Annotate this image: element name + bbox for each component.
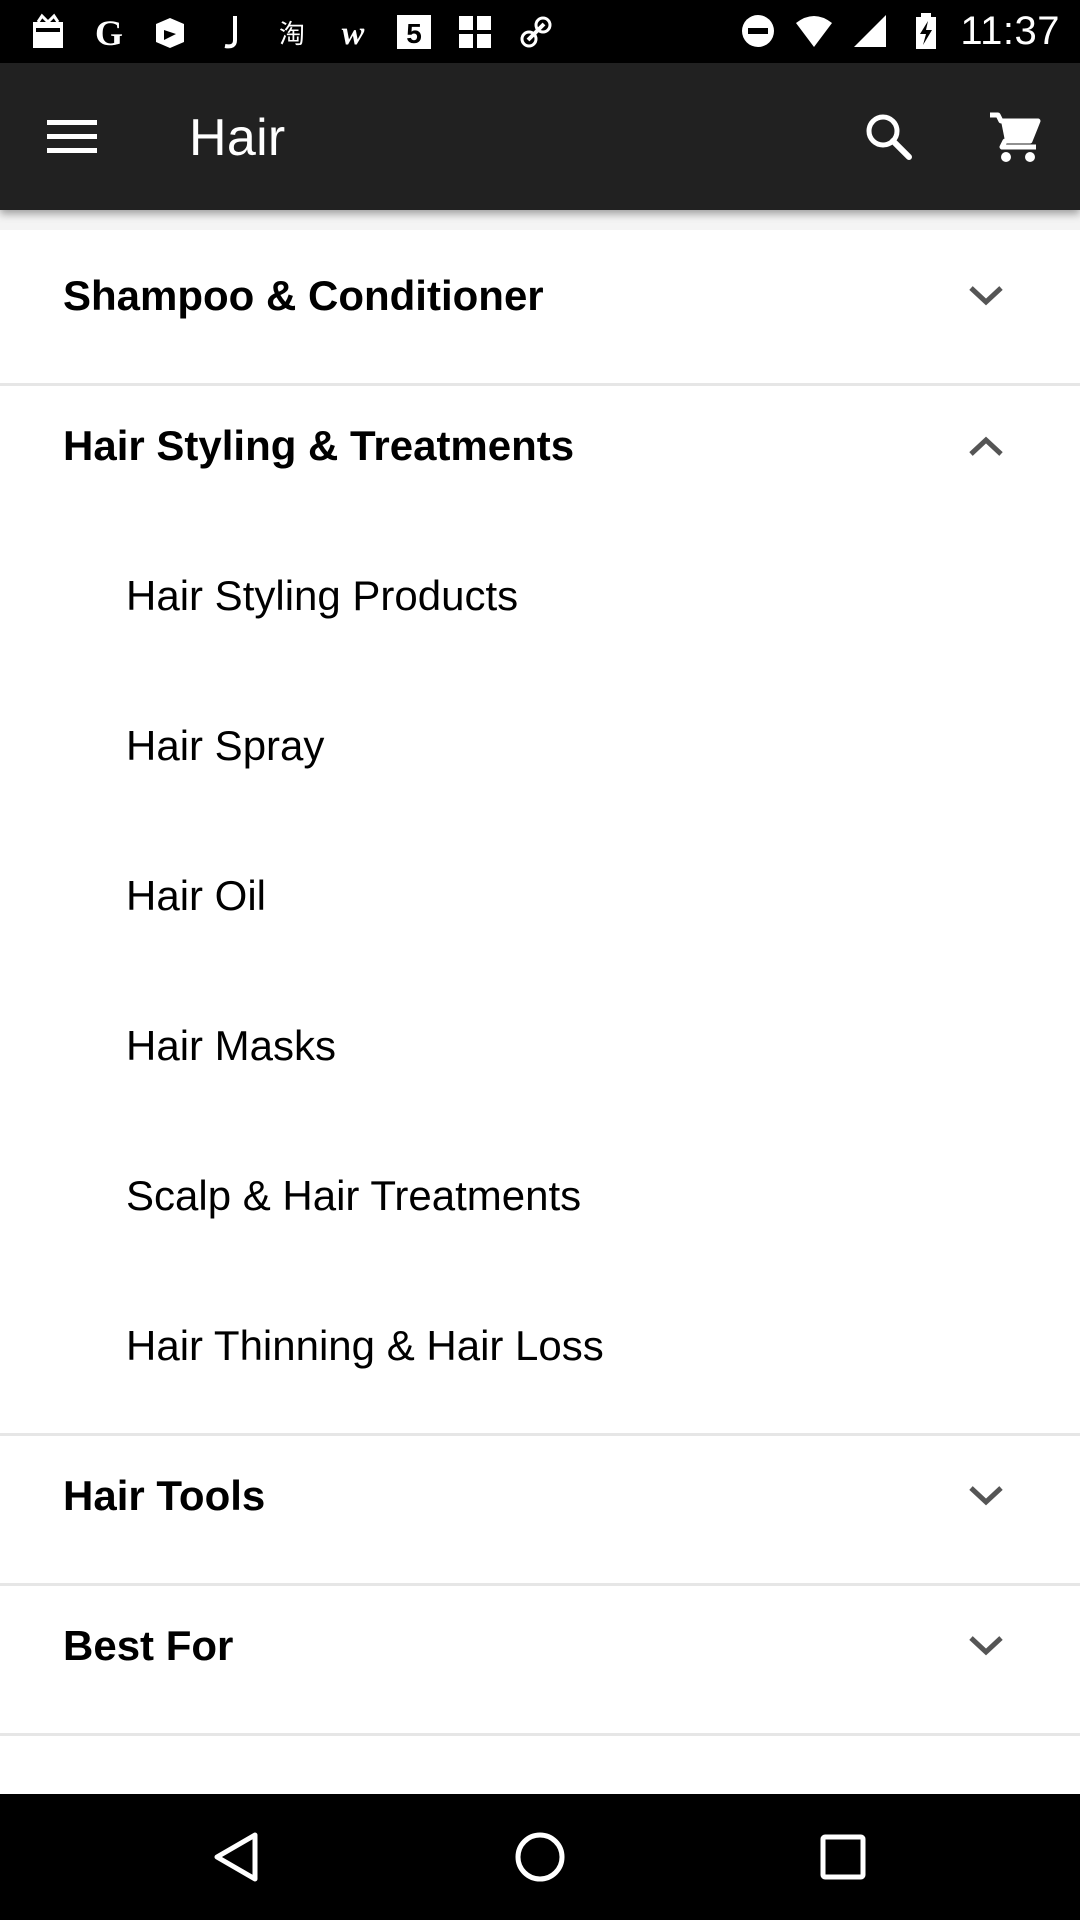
taobao-icon: 淘 (270, 10, 314, 54)
category-shampoo-conditioner[interactable]: Shampoo & Conditioner (0, 221, 1080, 371)
svg-text:G: G (95, 13, 123, 52)
subcategory-hair-spray[interactable]: Hair Spray (0, 671, 1080, 821)
wifi-icon (792, 9, 836, 53)
subcategory-hair-thinning-hair-loss[interactable]: Hair Thinning & Hair Loss (0, 1271, 1080, 1421)
app-toolbar: Hair (0, 63, 1080, 210)
subcategory-scalp-hair-treatments[interactable]: Scalp & Hair Treatments (0, 1121, 1080, 1271)
subcategory-hair-masks[interactable]: Hair Masks (0, 971, 1080, 1121)
chevron-up-icon (961, 421, 1011, 471)
home-circle-icon (515, 1832, 565, 1882)
svg-text:淘: 淘 (279, 20, 305, 50)
gift-box-icon (26, 10, 70, 54)
hamburger-menu-icon (47, 120, 97, 153)
subcategory-label: Hair Oil (126, 872, 267, 919)
subcategory-label: Hair Styling Products (126, 572, 519, 619)
category-label: Best For (63, 1622, 234, 1669)
back-triangle-icon (214, 1832, 258, 1882)
google-icon: G (87, 10, 131, 54)
notification-icons: G 淘 w 5 (26, 10, 575, 54)
system-icons: 11:37 (736, 8, 1060, 54)
home-button[interactable] (500, 1817, 580, 1897)
photo-app-icon (148, 10, 192, 54)
status-bar: G 淘 w 5 11:37 (0, 0, 1080, 63)
shopping-cart-button[interactable] (978, 99, 1054, 175)
subcategory-label: Hair Thinning & Hair Loss (126, 1322, 604, 1369)
chevron-down-icon (961, 1471, 1011, 1521)
divider (0, 1733, 1080, 1736)
five-app-icon: 5 (392, 10, 436, 54)
search-icon (866, 114, 912, 160)
recents-square-icon (820, 1834, 866, 1880)
category-list: Shampoo & Conditioner Hair Styling & Tre… (0, 210, 1080, 1794)
category-best-for[interactable]: Best For (0, 1571, 1080, 1721)
category-label: Hair Tools (63, 1472, 266, 1519)
system-navigation-bar (0, 1794, 1080, 1920)
subcategory-label: Hair Masks (126, 1022, 337, 1069)
hamburger-menu-button[interactable] (34, 99, 110, 175)
subcategory-hair-oil[interactable]: Hair Oil (0, 821, 1080, 971)
clock: 11:37 (960, 8, 1060, 53)
svg-text:5: 5 (406, 18, 422, 49)
do-not-disturb-icon (736, 9, 780, 53)
category-label: Shampoo & Conditioner (63, 272, 544, 319)
j-app-icon (209, 10, 253, 54)
subcategory-hair-styling-products[interactable]: Hair Styling Products (0, 521, 1080, 671)
w-app-icon: w (331, 10, 375, 54)
search-button[interactable] (851, 99, 927, 175)
category-hair-tools[interactable]: Hair Tools (0, 1421, 1080, 1571)
subcategory-label: Hair Spray (126, 722, 325, 769)
link-app-icon (514, 10, 558, 54)
subcategory-label: Scalp & Hair Treatments (126, 1172, 582, 1219)
signal-icon (848, 9, 892, 53)
svg-text:w: w (342, 15, 365, 52)
recents-button[interactable] (803, 1817, 883, 1897)
chevron-down-icon (961, 271, 1011, 321)
category-label: Hair Styling & Treatments (63, 422, 575, 469)
category-hair-styling-treatments[interactable]: Hair Styling & Treatments (0, 371, 1080, 521)
shopping-cart-icon (990, 112, 1041, 162)
grid-app-icon (453, 10, 497, 54)
battery-charging-icon (904, 9, 948, 53)
back-button[interactable] (197, 1817, 277, 1897)
page-title: Hair (189, 109, 286, 167)
chevron-down-icon (961, 1621, 1011, 1671)
